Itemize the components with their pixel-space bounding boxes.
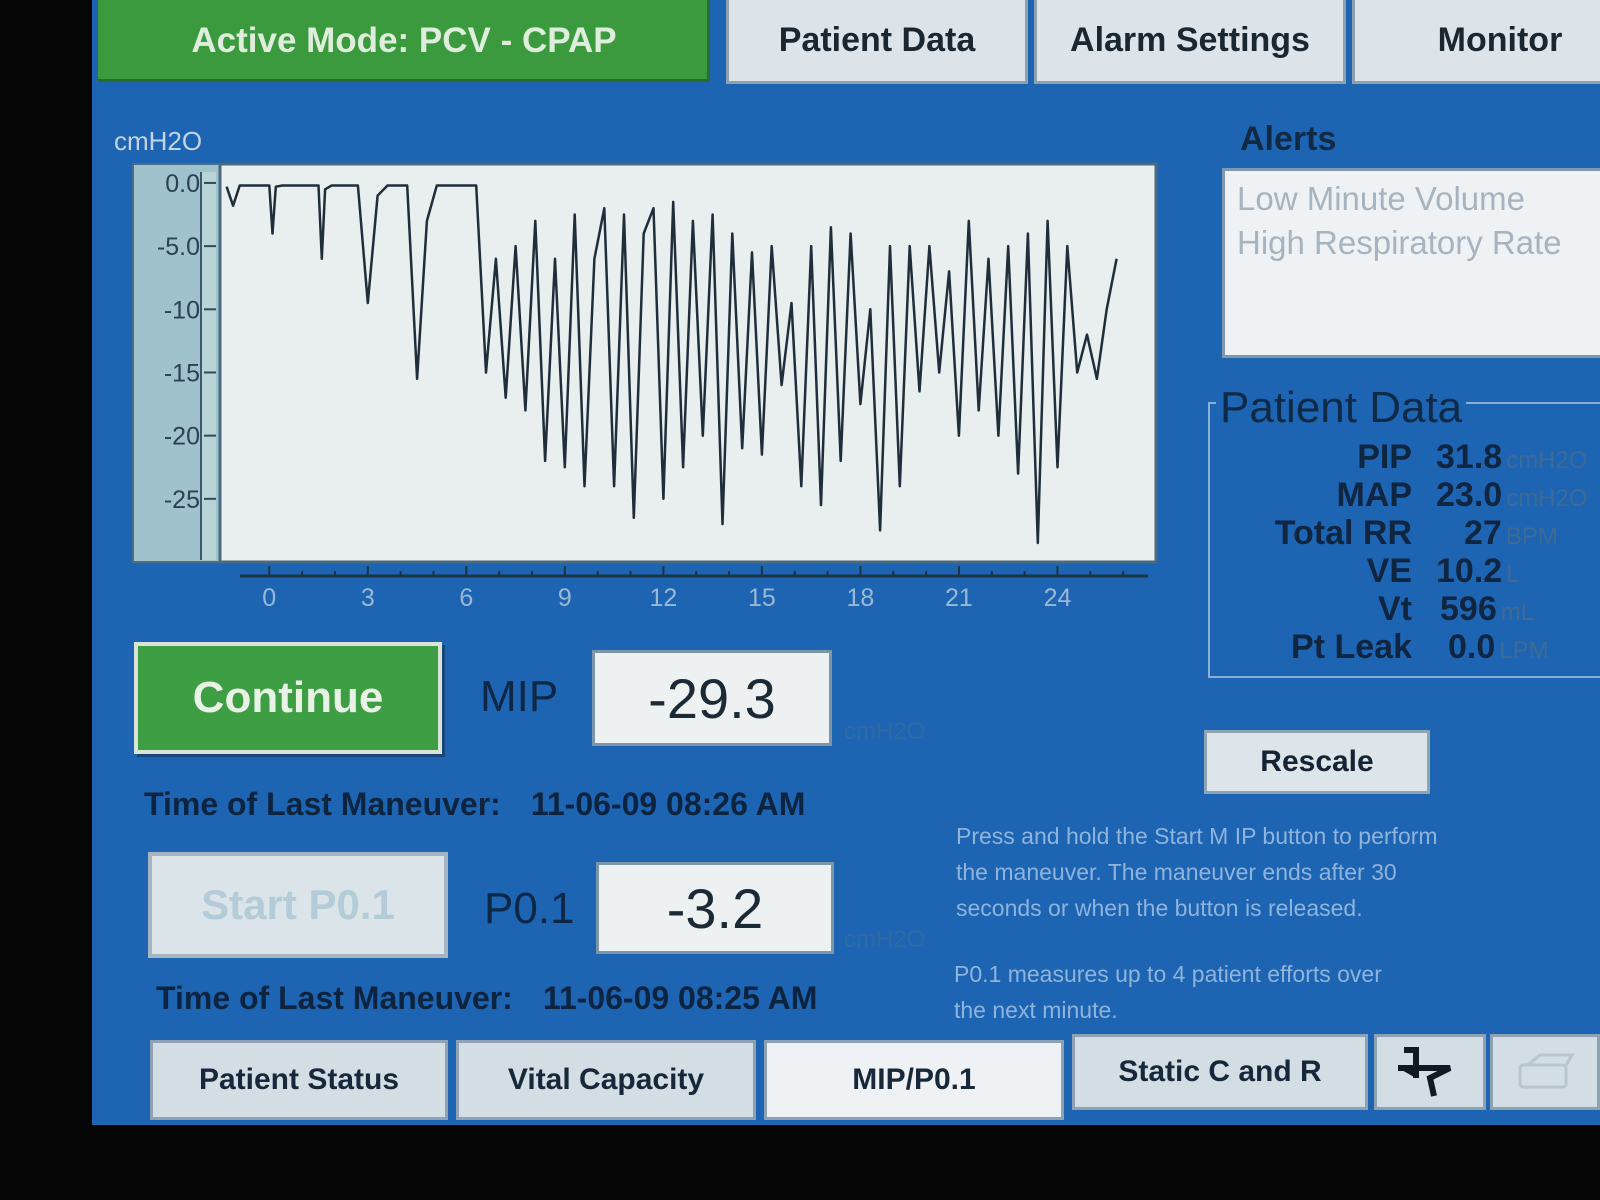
x-tick-label: 9 <box>558 584 572 612</box>
settings-icon <box>1518 1053 1575 1089</box>
vt-value: 596 mL <box>1440 590 1535 628</box>
total-rr-unit: BPM <box>1505 523 1558 550</box>
total-rr-value: 27 BPM <box>1464 514 1558 552</box>
tab-static-c-and-r[interactable]: Static C and R <box>1072 1034 1368 1110</box>
patient-data-row: Vt 596 mL <box>1212 590 1600 628</box>
tab-monitor[interactable]: Monitor <box>1352 0 1600 84</box>
x-tick-label: 6 <box>459 584 473 612</box>
vt-unit: mL <box>1500 599 1535 626</box>
mip-time-label: Time of Last Maneuver: <box>144 786 501 822</box>
top-tab-bar: Active Mode: PCV - CPAP Patient Data Ala… <box>92 0 1600 88</box>
vt-label: Vt <box>1378 590 1412 628</box>
help-line: seconds or when the button is released. <box>956 895 1363 921</box>
pip-unit: cmH2O <box>1506 447 1588 474</box>
mip-time-value: 11-06-09 08:26 AM <box>530 786 806 822</box>
total-rr-label: Total RR <box>1274 514 1412 552</box>
mip-unit: cmH2O <box>844 718 926 745</box>
pressure-waveform-chart: 0.0 -5.0 -10 -15 -20 -25 0 3 6 9 12 15 18 21 24 <box>157 162 1158 612</box>
ve-label: VE <box>1366 552 1412 590</box>
ve-unit: L <box>1506 561 1520 588</box>
pip-value: 31.8 cmH2O <box>1436 438 1588 476</box>
pt-leak-value: 0.0 LPM <box>1448 628 1549 666</box>
help-line: the next minute. <box>954 997 1118 1023</box>
alerts-title: Alerts <box>1240 120 1337 158</box>
patient-data-row: VE 10.2 L <box>1212 552 1600 590</box>
x-tick-label: 0 <box>262 584 276 612</box>
map-label: MAP <box>1336 476 1412 514</box>
start-p01-button[interactable]: Start P0.1 <box>148 852 448 958</box>
patient-data-title: Patient Data <box>1216 384 1467 432</box>
x-tick-label: 21 <box>945 584 973 612</box>
x-tick-label: 15 <box>748 584 776 612</box>
alert-item: Low Minute Volume <box>1237 180 1525 217</box>
pt-leak-label: Pt Leak <box>1291 628 1412 666</box>
tab-patient-status[interactable]: Patient Status <box>150 1040 448 1120</box>
y-tick-label: -25 <box>164 486 200 514</box>
tab-vital-capacity[interactable]: Vital Capacity <box>456 1040 756 1120</box>
ve-value: 10.2 L <box>1436 552 1520 590</box>
y-tick-label: -10 <box>164 296 200 324</box>
help-line: Press and hold the Start M IP button to … <box>956 823 1438 849</box>
alerts-list: Low Minute Volume High Respiratory Rate <box>1222 168 1600 358</box>
tab-mip-p01[interactable]: MIP/P0.1 <box>764 1040 1064 1120</box>
pt-leak-unit: LPM <box>1499 637 1549 664</box>
y-tick-label: -15 <box>164 359 200 387</box>
p01-help-text: P0.1 measures up to 4 patient efforts ov… <box>954 956 1382 1028</box>
x-tick-label: 3 <box>361 584 375 612</box>
continue-button[interactable]: Continue <box>134 642 442 754</box>
p01-unit: cmH2O <box>844 926 926 953</box>
patient-data-row: Pt Leak 0.0 LPM <box>1212 628 1600 666</box>
mip-last-maneuver: Time of Last Maneuver: 11-06-09 08:26 AM <box>144 786 805 823</box>
mip-label: MIP <box>480 672 559 721</box>
settings-button[interactable] <box>1490 1034 1600 1110</box>
x-tick-label: 12 <box>649 584 677 612</box>
y-tick-label: 0.0 <box>165 170 200 198</box>
mip-value-display: -29.3 <box>592 650 832 746</box>
p01-last-maneuver: Time of Last Maneuver: 11-06-09 08:25 AM <box>156 980 817 1017</box>
tab-alarm-settings[interactable]: Alarm Settings <box>1034 0 1346 84</box>
p01-time-value: 11-06-09 08:25 AM <box>542 980 818 1016</box>
patient-data-row: MAP 23.0 cmH2O <box>1212 476 1600 514</box>
mip-help-text: Press and hold the Start M IP button to … <box>956 818 1438 926</box>
patient-data-row: Total RR 27 BPM <box>1212 514 1600 552</box>
rescale-button[interactable]: Rescale <box>1204 730 1430 794</box>
alert-item: High Respiratory Rate <box>1237 224 1562 261</box>
x-tick-label: 18 <box>847 584 875 612</box>
ventilator-screen: Active Mode: PCV - CPAP Patient Data Ala… <box>92 0 1600 1125</box>
map-value: 23.0 cmH2O <box>1436 476 1588 514</box>
waveform-freeze-icon <box>1398 1047 1452 1097</box>
p01-value-display: -3.2 <box>596 862 834 954</box>
y-tick-label: -20 <box>164 423 200 451</box>
patient-data-row: PIP 31.8 cmH2O <box>1212 438 1600 476</box>
map-unit: cmH2O <box>1506 485 1588 512</box>
y-tick-label: -5.0 <box>157 233 200 261</box>
help-line: P0.1 measures up to 4 patient efforts ov… <box>954 961 1382 987</box>
tab-patient-data[interactable]: Patient Data <box>726 0 1028 84</box>
p01-time-label: Time of Last Maneuver: <box>156 980 513 1016</box>
pip-label: PIP <box>1357 438 1412 476</box>
x-tick-label: 24 <box>1044 584 1072 612</box>
help-line: the maneuver. The maneuver ends after 30 <box>956 859 1397 885</box>
active-mode-tab[interactable]: Active Mode: PCV - CPAP <box>98 0 710 82</box>
p01-label: P0.1 <box>484 884 575 933</box>
waveform-freeze-button[interactable] <box>1374 1034 1486 1110</box>
